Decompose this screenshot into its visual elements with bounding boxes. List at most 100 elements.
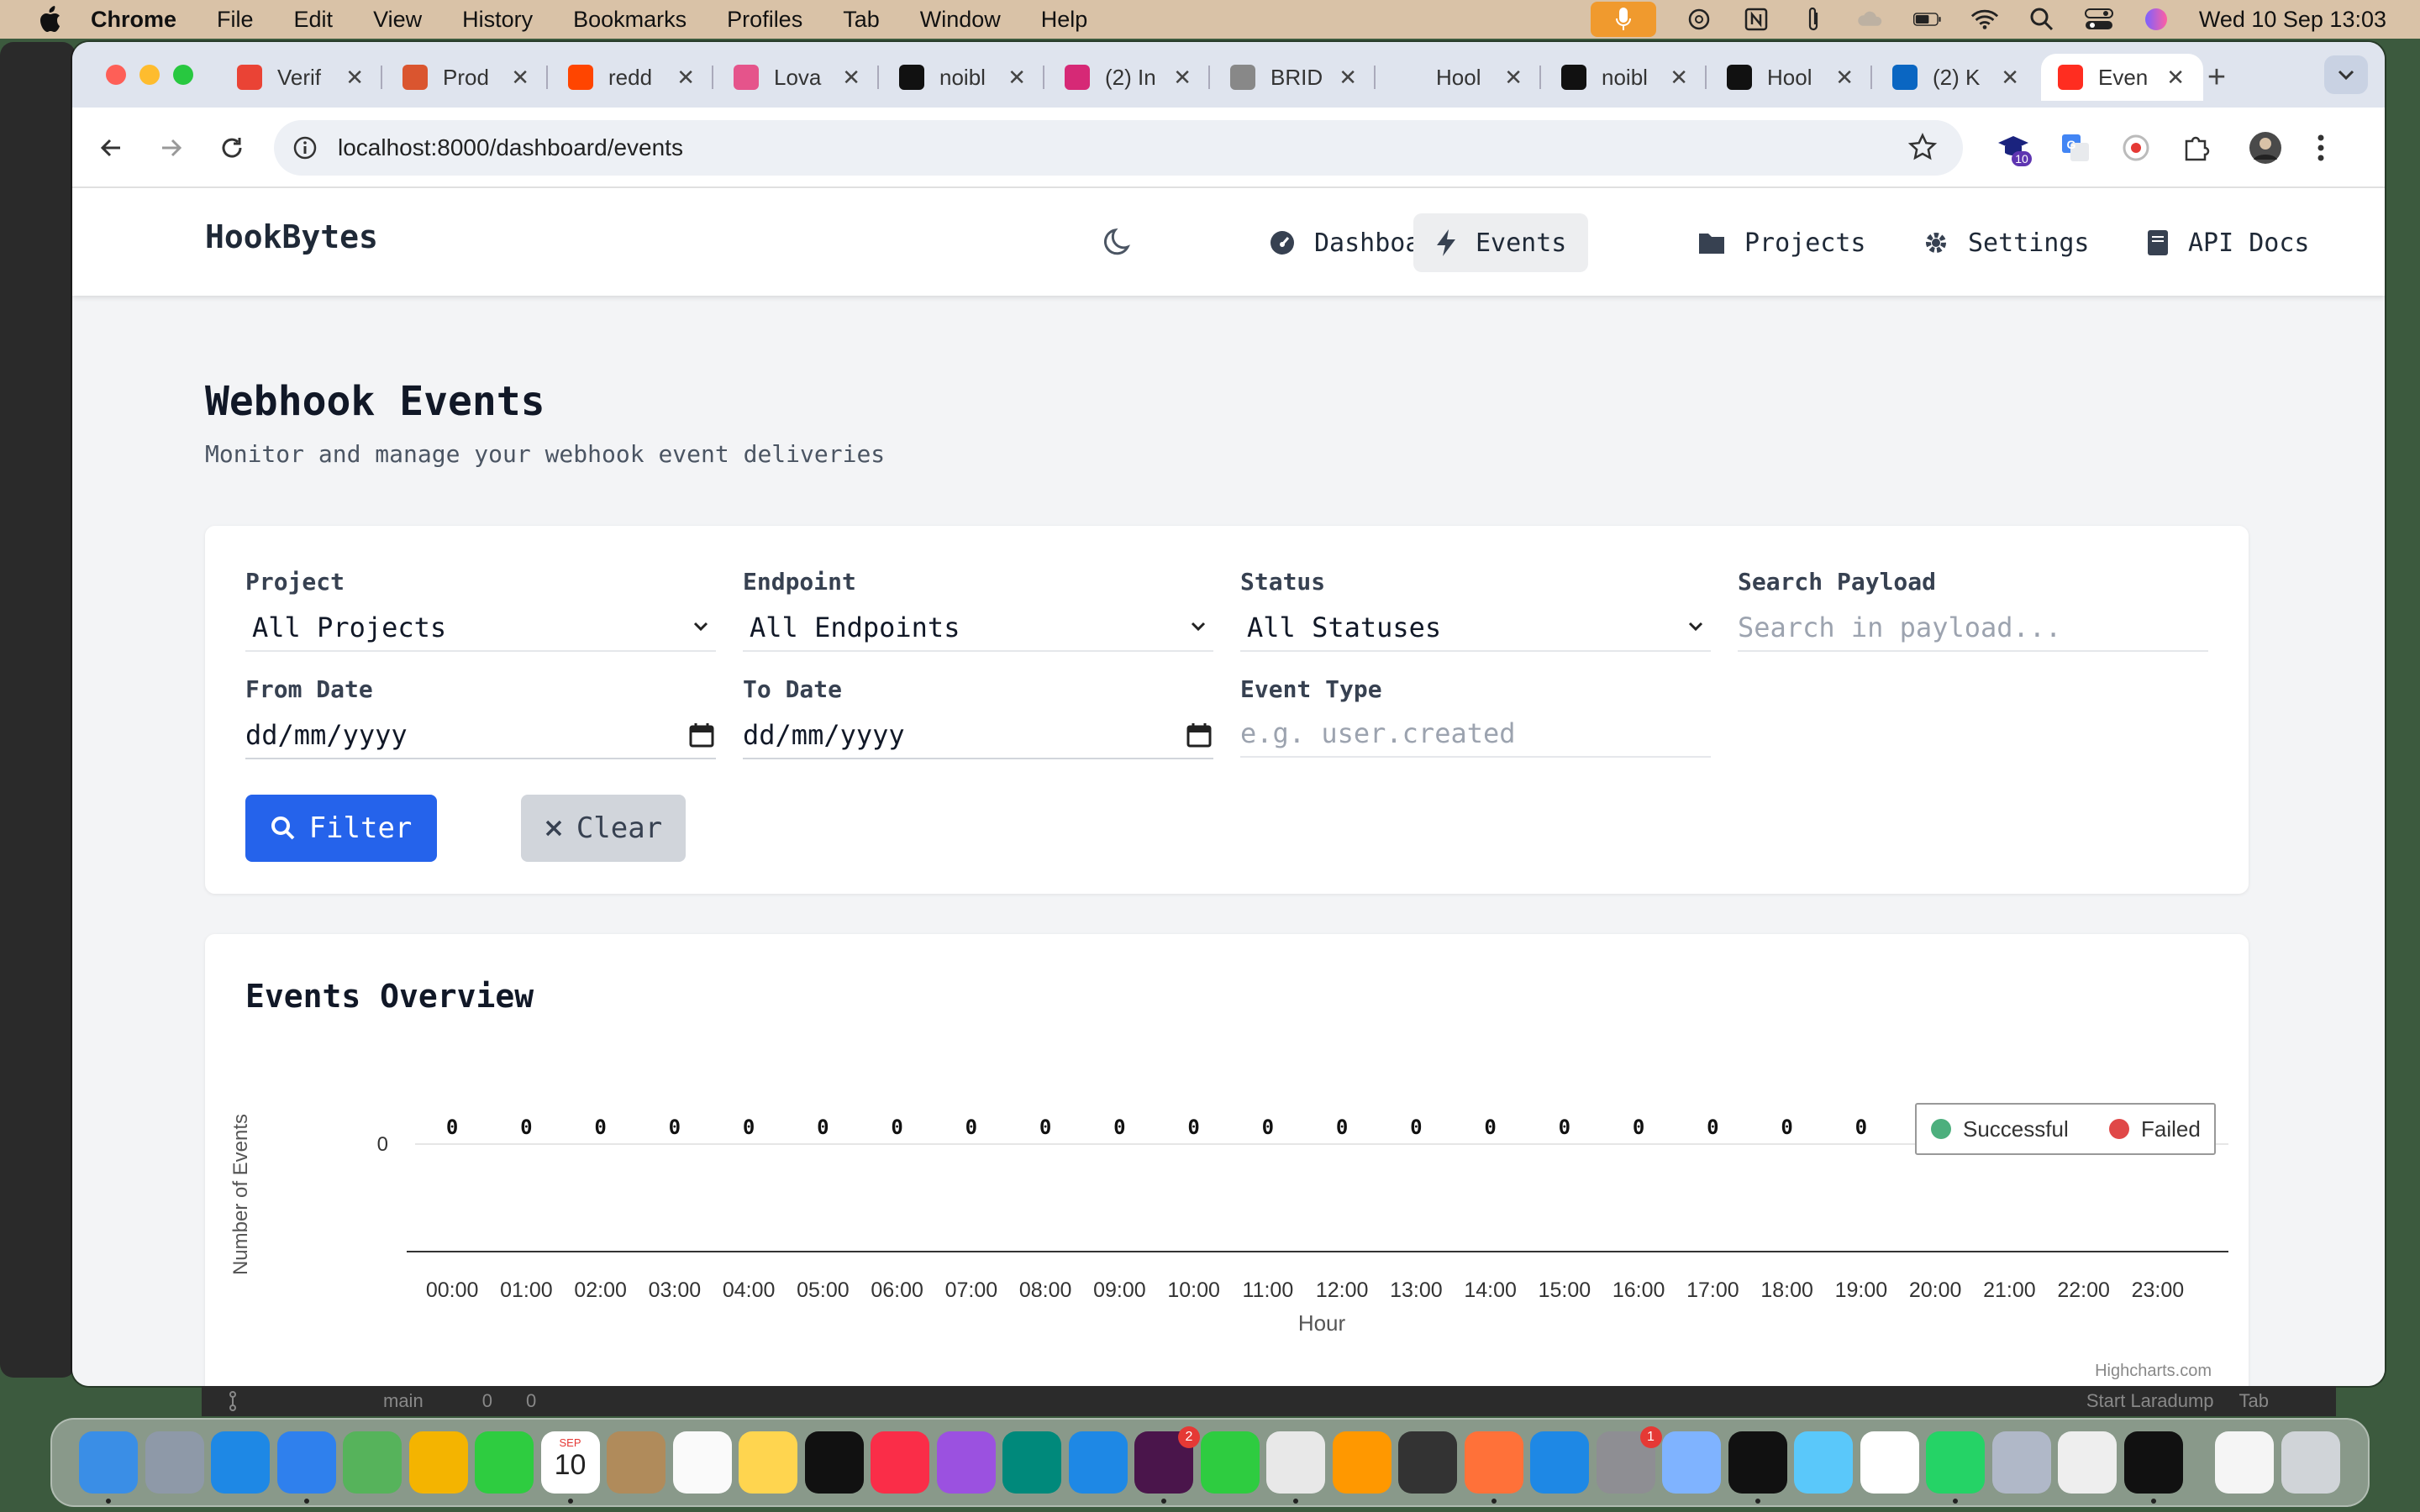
battery-icon[interactable]: [1912, 5, 1942, 34]
chatgpt-icon[interactable]: [1685, 5, 1713, 34]
reminders-icon[interactable]: [672, 1431, 732, 1494]
to-date-input[interactable]: dd/mm/yyyy: [743, 712, 1213, 759]
browser-tab[interactable]: Even ✕: [2041, 54, 2203, 101]
browser-tab[interactable]: Prod ✕: [386, 54, 548, 101]
clear-button[interactable]: Clear: [521, 795, 686, 862]
search-payload-input[interactable]: Search in payload...: [1738, 605, 2208, 652]
apple-tv-icon[interactable]: [804, 1431, 864, 1494]
documents-icon[interactable]: [2215, 1431, 2274, 1494]
extension-graduation-cap-icon[interactable]: 10: [1993, 128, 2033, 168]
git-branch-name[interactable]: main: [383, 1390, 424, 1412]
forward-arrow-icon[interactable]: [151, 128, 192, 168]
phpstorm-icon[interactable]: [1728, 1431, 1787, 1504]
moon-icon[interactable]: [1099, 222, 1139, 262]
chrome-menu-icon[interactable]: [2301, 128, 2341, 168]
bookmark-star-icon[interactable]: [1907, 132, 1938, 168]
browser-tab[interactable]: Hool ✕: [1379, 54, 1541, 101]
status-select[interactable]: All Statuses: [1240, 605, 1711, 652]
paperclip-icon[interactable]: [1799, 5, 1828, 34]
menu-view[interactable]: View: [373, 7, 422, 33]
menu-history[interactable]: History: [462, 7, 533, 33]
menu-file[interactable]: File: [217, 7, 254, 33]
menu-edit[interactable]: Edit: [294, 7, 334, 33]
tab-close-icon[interactable]: ✕: [2001, 65, 2019, 91]
preview-icon[interactable]: [1991, 1431, 2051, 1494]
google-translate-icon[interactable]: G: [2055, 128, 2096, 168]
project-select[interactable]: All Projects: [245, 605, 716, 652]
apple-menu-icon[interactable]: [34, 3, 66, 35]
back-arrow-icon[interactable]: [91, 128, 131, 168]
tab-close-icon[interactable]: ✕: [1173, 65, 1192, 91]
control-center-icon[interactable]: [2084, 5, 2113, 34]
notion-icon[interactable]: [1860, 1431, 1919, 1494]
numbers-icon[interactable]: [1200, 1431, 1260, 1494]
notes-icon[interactable]: [739, 1431, 797, 1494]
tab-close-icon[interactable]: ✕: [1007, 65, 1026, 91]
podcasts-icon[interactable]: [936, 1431, 996, 1494]
safari-icon[interactable]: [211, 1431, 270, 1494]
url-text[interactable]: localhost:8000/dashboard/events: [338, 134, 683, 161]
spotlight-search-icon[interactable]: [2028, 5, 2056, 34]
notion-icon[interactable]: [1742, 5, 1770, 34]
mail-icon[interactable]: [276, 1431, 336, 1504]
browser-tab[interactable]: Hool ✕: [1710, 54, 1872, 101]
meet-icon[interactable]: [1002, 1431, 1061, 1494]
tab-close-icon[interactable]: ✕: [1835, 65, 1854, 91]
filter-button[interactable]: Filter: [245, 795, 437, 862]
event-type-input[interactable]: e.g. user.created: [1240, 711, 1711, 758]
maps-icon[interactable]: [343, 1431, 402, 1494]
git-tower-icon[interactable]: [1398, 1431, 1457, 1494]
contacts-icon[interactable]: [607, 1431, 666, 1494]
firefox-icon[interactable]: [1464, 1431, 1523, 1504]
tab-indent-item[interactable]: Tab: [2239, 1390, 2269, 1412]
keynote-icon[interactable]: [1068, 1431, 1128, 1494]
menu-bookmarks[interactable]: Bookmarks: [573, 7, 687, 33]
facetime-icon[interactable]: [475, 1431, 534, 1494]
calendar-icon[interactable]: [689, 722, 714, 748]
browser-tab[interactable]: noibl ✕: [882, 54, 1044, 101]
new-tab-button[interactable]: +: [2196, 57, 2237, 97]
tab-close-icon[interactable]: ✕: [1339, 65, 1357, 91]
chrome-icon[interactable]: [1266, 1431, 1325, 1504]
slack-icon[interactable]: 2: [1134, 1426, 1200, 1504]
menu-app-name[interactable]: Chrome: [91, 7, 176, 33]
microphone-icon[interactable]: [1590, 2, 1656, 37]
whatsapp-icon[interactable]: [1926, 1431, 1985, 1504]
xcode-icon[interactable]: [1794, 1431, 1853, 1494]
nav-api-docs[interactable]: API Docs: [2124, 213, 2332, 272]
endpoint-select[interactable]: All Endpoints: [743, 605, 1213, 652]
browser-tab[interactable]: BRID ✕: [1213, 54, 1376, 101]
nav-settings[interactable]: Settings: [1901, 213, 2112, 272]
nav-events[interactable]: Events: [1413, 213, 1589, 272]
browser-tab[interactable]: noibl ✕: [1544, 54, 1707, 101]
tab-close-icon[interactable]: ✕: [676, 65, 695, 91]
menu-help[interactable]: Help: [1041, 7, 1088, 33]
browser-tab[interactable]: Verif ✕: [220, 54, 382, 101]
profile-avatar[interactable]: [2245, 128, 2286, 168]
warning-count[interactable]: 0: [526, 1390, 536, 1412]
photos-icon[interactable]: [408, 1431, 468, 1494]
window-zoom-button[interactable]: [173, 65, 193, 85]
launchpad-icon[interactable]: [145, 1431, 204, 1494]
browser-tab[interactable]: Lova ✕: [717, 54, 879, 101]
browser-tab[interactable]: redd ✕: [551, 54, 713, 101]
nav-projects[interactable]: Projects: [1676, 213, 1888, 272]
terminal-icon[interactable]: [2123, 1431, 2183, 1504]
music-icon[interactable]: [871, 1431, 929, 1494]
siri-icon[interactable]: [2142, 5, 2170, 34]
window-close-button[interactable]: [106, 65, 126, 85]
brand-logo-text[interactable]: HookBytes: [205, 218, 378, 255]
menu-profiles[interactable]: Profiles: [727, 7, 802, 33]
tab-close-icon[interactable]: ✕: [842, 65, 860, 91]
error-count[interactable]: 0: [482, 1390, 492, 1412]
cloud-icon[interactable]: [1856, 5, 1885, 34]
reload-icon[interactable]: [212, 128, 252, 168]
tab-close-icon[interactable]: ✕: [1504, 65, 1523, 91]
menu-window[interactable]: Window: [920, 7, 1001, 33]
wifi-icon[interactable]: [1970, 5, 1999, 34]
tab-close-icon[interactable]: ✕: [511, 65, 529, 91]
pages-icon[interactable]: [1332, 1431, 1392, 1494]
menu-tab[interactable]: Tab: [843, 7, 880, 33]
app-store-icon[interactable]: [1530, 1431, 1589, 1494]
calendar-icon[interactable]: [1186, 722, 1212, 748]
